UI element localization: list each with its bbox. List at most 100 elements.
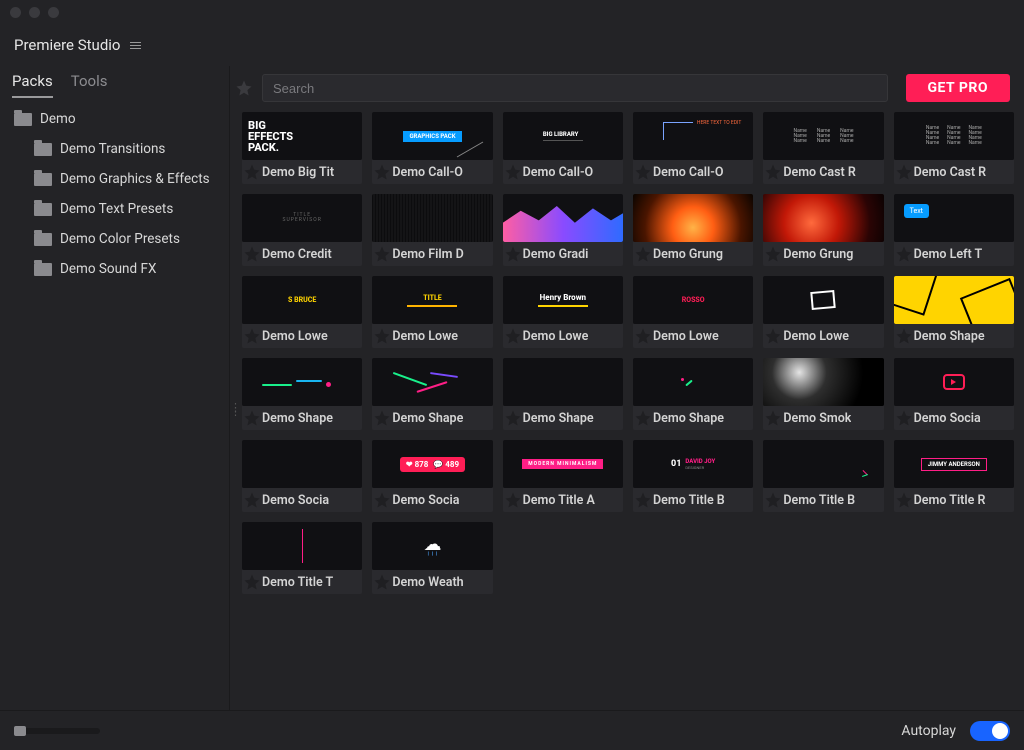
search-box[interactable] — [262, 74, 888, 102]
preset-card[interactable]: ❤ 878💬 489Demo Socia — [372, 440, 492, 512]
traffic-light-close[interactable] — [10, 7, 21, 18]
preset-card[interactable]: Demo Socia — [242, 440, 362, 512]
preset-label: Demo Shape — [392, 411, 463, 426]
favorite-star-icon[interactable] — [372, 572, 392, 592]
preset-card[interactable]: BIG EFFECTS PACK.Demo Big Tit — [242, 112, 362, 184]
preset-card[interactable]: Demo Shape — [372, 358, 492, 430]
preset-card[interactable]: BIG LIBRARYDemo Call-O — [503, 112, 623, 184]
preset-meta: Demo Film D — [372, 242, 492, 266]
preset-card[interactable]: Demo Shape — [633, 358, 753, 430]
folder-demo-sound[interactable]: Demo Sound FX — [0, 254, 229, 284]
favorite-star-icon[interactable] — [763, 408, 783, 428]
folder-icon — [14, 113, 32, 126]
folder-demo-graphics[interactable]: Demo Graphics & Effects — [0, 164, 229, 194]
panel-resize-handle[interactable]: ⋮⋮ — [230, 406, 241, 414]
favorite-star-icon[interactable] — [503, 326, 523, 346]
preset-card[interactable]: Demo Smok — [763, 358, 883, 430]
favorite-star-icon[interactable] — [894, 490, 914, 510]
zoom-slider[interactable] — [14, 728, 100, 734]
favorite-star-icon[interactable] — [633, 162, 653, 182]
favorite-star-icon[interactable] — [242, 572, 262, 592]
preset-card[interactable]: Demo Title B — [763, 440, 883, 512]
preset-card[interactable]: Demo Shape — [894, 276, 1014, 348]
preset-card[interactable]: Demo Shape — [503, 358, 623, 430]
preset-card[interactable]: Demo Lowe — [763, 276, 883, 348]
preset-card[interactable]: Demo Shape — [242, 358, 362, 430]
favorite-star-icon[interactable] — [763, 326, 783, 346]
preset-card[interactable]: TITLE SUPERVISORDemo Credit — [242, 194, 362, 266]
preset-card[interactable]: Demo Film D — [372, 194, 492, 266]
favorite-star-icon[interactable] — [894, 326, 914, 346]
preset-thumbnail — [763, 358, 883, 406]
preset-card[interactable]: 01DAVID JOYDESIGNERDemo Title B — [633, 440, 753, 512]
favorite-star-icon[interactable] — [894, 244, 914, 264]
preset-meta: Demo Left T — [894, 242, 1014, 266]
favorite-star-icon[interactable] — [372, 244, 392, 264]
preset-label: Demo Socia — [392, 493, 459, 508]
folder-demo-color[interactable]: Demo Color Presets — [0, 224, 229, 254]
favorite-star-icon[interactable] — [763, 244, 783, 264]
preset-card[interactable]: ☁╵╵╵Demo Weath — [372, 522, 492, 594]
get-pro-button[interactable]: GET PRO — [906, 74, 1011, 102]
favorite-star-icon[interactable] — [894, 162, 914, 182]
preset-card[interactable]: HERE TEXT TO EDITDemo Call-O — [633, 112, 753, 184]
favorite-star-icon[interactable] — [763, 162, 783, 182]
favorite-star-icon[interactable] — [503, 408, 523, 428]
preset-card[interactable]: MODERN MINIMALISMDemo Title A — [503, 440, 623, 512]
favorite-star-icon[interactable] — [242, 408, 262, 428]
favorite-star-icon[interactable] — [372, 326, 392, 346]
favorite-star-icon[interactable] — [372, 162, 392, 182]
preset-label: Demo Socia — [914, 411, 981, 426]
favorite-star-icon[interactable] — [503, 162, 523, 182]
traffic-light-zoom[interactable] — [48, 7, 59, 18]
favorite-star-icon[interactable] — [242, 162, 262, 182]
preset-label: Demo Film D — [392, 247, 463, 262]
preset-card[interactable]: TextDemo Left T — [894, 194, 1014, 266]
favorite-star-icon[interactable] — [633, 490, 653, 510]
zoom-slider-knob[interactable] — [14, 726, 26, 736]
app-title: Premiere Studio — [14, 36, 120, 54]
folder-demo-transitions[interactable]: Demo Transitions — [0, 134, 229, 164]
folder-demo[interactable]: Demo — [0, 104, 229, 134]
footer: Autoplay — [0, 710, 1024, 750]
preset-card[interactable]: GRAPHICS PACKDemo Call-O — [372, 112, 492, 184]
favorite-star-icon[interactable] — [763, 490, 783, 510]
preset-meta: Demo Title B — [633, 488, 753, 512]
folder-demo-text[interactable]: Demo Text Presets — [0, 194, 229, 224]
preset-card[interactable]: NameNameNameNameNameNameNameNameNameDemo… — [763, 112, 883, 184]
favorite-star-icon[interactable] — [894, 408, 914, 428]
main-panel: GET PRO ⋮⋮ BIG EFFECTS PACK.Demo Big Tit… — [230, 66, 1024, 710]
preset-card[interactable]: Demo Grung — [763, 194, 883, 266]
favorites-filter-icon[interactable] — [234, 78, 254, 98]
favorite-star-icon[interactable] — [503, 490, 523, 510]
favorite-star-icon[interactable] — [372, 490, 392, 510]
preset-card[interactable]: NameNameNameNameNameNameNameNameNameName… — [894, 112, 1014, 184]
preset-card[interactable]: Demo Title T — [242, 522, 362, 594]
favorite-star-icon[interactable] — [503, 244, 523, 264]
traffic-light-minimize[interactable] — [29, 7, 40, 18]
autoplay-toggle[interactable] — [970, 721, 1010, 741]
preset-meta: Demo Smok — [763, 406, 883, 430]
preset-card[interactable]: TITLEDemo Lowe — [372, 276, 492, 348]
menu-icon[interactable] — [130, 42, 141, 49]
favorite-star-icon[interactable] — [372, 408, 392, 428]
preset-meta: Demo Lowe — [242, 324, 362, 348]
favorite-star-icon[interactable] — [242, 244, 262, 264]
preset-card[interactable]: Demo Grung — [633, 194, 753, 266]
tab-packs[interactable]: Packs — [12, 72, 53, 98]
favorite-star-icon[interactable] — [242, 490, 262, 510]
search-input[interactable] — [273, 81, 877, 96]
favorite-star-icon[interactable] — [633, 326, 653, 346]
preset-card[interactable]: JIMMY ANDERSONDemo Title R — [894, 440, 1014, 512]
preset-card[interactable]: Demo Gradi — [503, 194, 623, 266]
favorite-star-icon[interactable] — [633, 244, 653, 264]
preset-card[interactable]: S BRUCEDemo Lowe — [242, 276, 362, 348]
preset-card[interactable]: ROSSODemo Lowe — [633, 276, 753, 348]
preset-card[interactable]: Henry BrownDemo Lowe — [503, 276, 623, 348]
tab-tools[interactable]: Tools — [71, 72, 108, 98]
preset-card[interactable]: Demo Socia — [894, 358, 1014, 430]
favorite-star-icon[interactable] — [242, 326, 262, 346]
preset-thumbnail: TITLE SUPERVISOR — [242, 194, 362, 242]
favorite-star-icon[interactable] — [633, 408, 653, 428]
preset-thumbnail — [763, 194, 883, 242]
